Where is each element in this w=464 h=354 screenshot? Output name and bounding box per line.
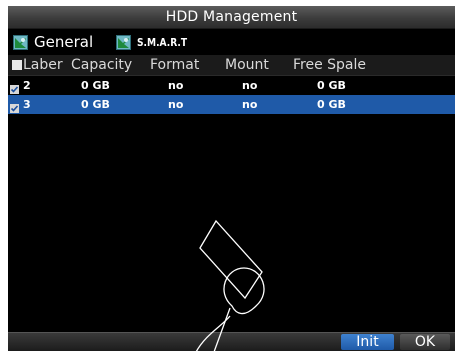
footer-bar: Init OK bbox=[8, 332, 455, 351]
hdd-icon bbox=[116, 34, 131, 50]
hdd-table: Laber Capacity Format Mount Free Spale 2… bbox=[8, 55, 455, 114]
row-format: no bbox=[168, 79, 184, 92]
row-capacity: 0 GB bbox=[81, 98, 110, 111]
column-header-capacity: Capacity bbox=[71, 57, 133, 73]
hdd-management-window: HDD Management General S.M.A.R.T Laber C… bbox=[8, 6, 455, 351]
row-format: no bbox=[168, 98, 184, 111]
tab-smart[interactable]: S.M.A.R.T bbox=[116, 32, 191, 52]
row-free-space: 0 GB bbox=[317, 98, 346, 111]
row-checkbox[interactable] bbox=[10, 81, 19, 94]
row-mount: no bbox=[242, 79, 258, 92]
column-header-format: Format bbox=[150, 57, 200, 73]
hdd-icon bbox=[13, 34, 28, 50]
tab-general-label: General bbox=[34, 33, 94, 51]
ok-button[interactable]: OK bbox=[400, 334, 450, 350]
row-checkbox[interactable] bbox=[10, 100, 19, 113]
column-header-mount: Mount bbox=[225, 57, 269, 73]
tab-bar: General S.M.A.R.T bbox=[8, 29, 455, 55]
row-mount: no bbox=[242, 98, 258, 111]
table-row[interactable]: 2 0 GB no no 0 GB bbox=[8, 76, 455, 95]
select-all-checkbox[interactable] bbox=[12, 60, 22, 70]
row-capacity: 0 GB bbox=[81, 79, 110, 92]
table-row[interactable]: 3 0 GB no no 0 GB bbox=[8, 95, 455, 114]
init-button[interactable]: Init bbox=[341, 334, 394, 350]
table-header: Laber Capacity Format Mount Free Spale bbox=[8, 55, 455, 76]
tab-smart-label: S.M.A.R.T bbox=[137, 35, 188, 49]
column-header-label[interactable]: Laber bbox=[12, 55, 63, 75]
window-title: HDD Management bbox=[8, 6, 455, 29]
column-header-free-space: Free Spale bbox=[293, 57, 367, 73]
row-free-space: 0 GB bbox=[317, 79, 346, 92]
row-label: 2 bbox=[23, 79, 31, 92]
tab-general[interactable]: General bbox=[13, 32, 93, 52]
row-label: 3 bbox=[23, 98, 31, 111]
